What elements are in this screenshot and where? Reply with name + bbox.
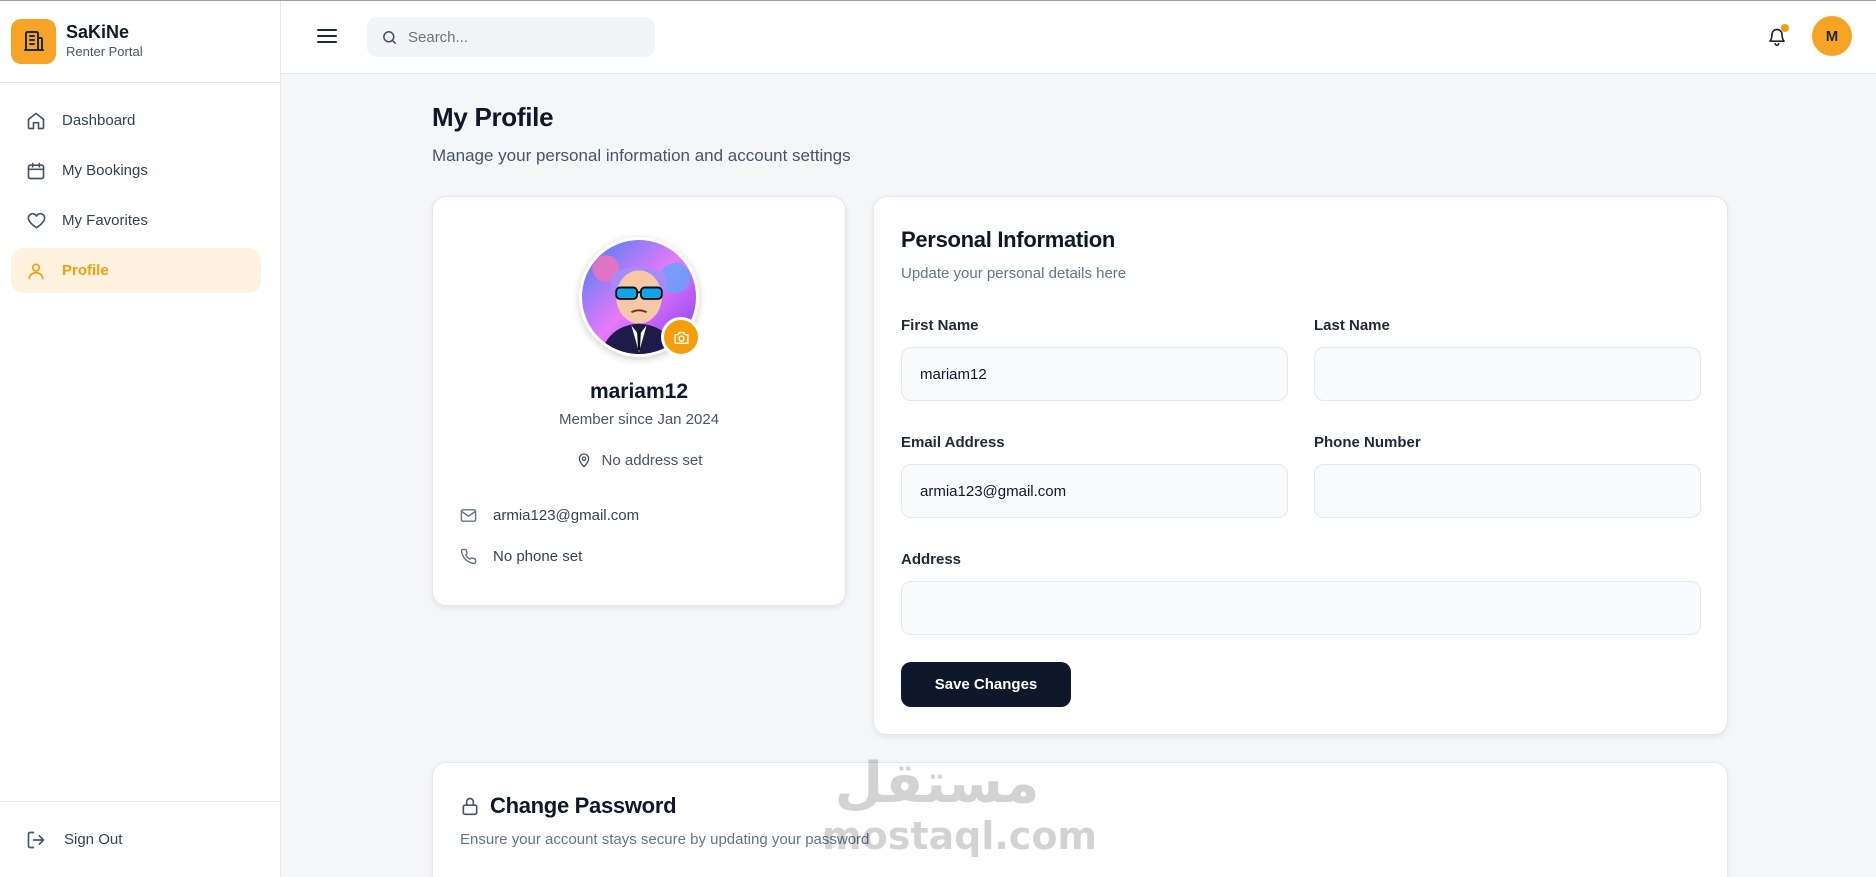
change-password-title: Change Password <box>490 793 677 818</box>
personal-info-subtitle: Update your personal details here <box>901 265 1127 282</box>
search-bar <box>367 17 655 57</box>
brand-subtitle: Renter Portal <box>66 44 143 59</box>
first-name-label: First Name <box>901 317 979 334</box>
profile-email: armia123@gmail.com <box>460 507 639 524</box>
email-field[interactable] <box>901 464 1288 518</box>
building-icon <box>11 18 56 64</box>
profile-photo-wrap <box>579 237 701 357</box>
brand-name: SaKiNe <box>66 22 130 42</box>
phone-field[interactable] <box>1314 464 1701 518</box>
profile-address: No address set <box>433 451 845 469</box>
change-password-heading: Change Password <box>460 793 677 819</box>
change-password-subtitle: Ensure your account stays secure by upda… <box>460 831 870 848</box>
sidebar-item-my-bookings[interactable]: My Bookings <box>11 148 261 193</box>
personal-info-card: Personal Information Update your persona… <box>873 196 1728 735</box>
notification-dot <box>1781 24 1789 32</box>
sidebar-item-my-favorites[interactable]: My Favorites <box>11 198 261 243</box>
sidebar-item-dashboard[interactable]: Dashboard <box>11 98 261 143</box>
profile-phone-text: No phone set <box>493 548 583 565</box>
last-name-field[interactable] <box>1314 347 1701 401</box>
notifications-button[interactable] <box>1764 24 1790 50</box>
heart-icon <box>25 210 47 232</box>
search-input[interactable] <box>408 28 628 46</box>
logout-icon <box>26 829 48 851</box>
sidebar-item-profile[interactable]: Profile <box>11 248 261 293</box>
user-icon <box>25 260 47 282</box>
sidebar-item-label: Dashboard <box>62 112 136 129</box>
save-changes-button[interactable]: Save Changes <box>901 662 1071 707</box>
brand[interactable]: SaKiNe Renter Portal <box>0 0 280 83</box>
sign-out-label: Sign Out <box>64 831 123 848</box>
profile-summary-card: mariam12 Member since Jan 2024 No addres… <box>432 196 846 606</box>
member-since: Member since Jan 2024 <box>558 411 720 428</box>
sign-out-button[interactable]: Sign Out <box>0 801 280 877</box>
page-subtitle: Manage your personal information and acc… <box>432 146 851 165</box>
profile-email-text: armia123@gmail.com <box>493 507 640 524</box>
sidebar-nav: Dashboard My Bookings My Favorites Profi… <box>0 83 280 293</box>
camera-icon <box>673 330 690 345</box>
sidebar-item-label: My Bookings <box>62 162 148 179</box>
mail-icon <box>460 508 478 523</box>
calendar-icon <box>25 160 47 182</box>
phone-icon <box>460 548 478 565</box>
profile-username: mariam12 <box>589 380 689 403</box>
top-header: M <box>281 1 1876 74</box>
profile-address-text: No address set <box>601 451 703 469</box>
change-password-card: Change Password Ensure your account stay… <box>432 762 1728 877</box>
lock-icon <box>460 795 480 817</box>
window-top-border <box>0 0 1876 1</box>
user-avatar-button[interactable]: M <box>1812 16 1852 56</box>
page-title: My Profile <box>432 102 554 132</box>
sidebar: SaKiNe Renter Portal Dashboard My Bookin… <box>0 0 281 877</box>
personal-info-title: Personal Information <box>901 227 1116 252</box>
sidebar-item-label: Profile <box>62 262 109 279</box>
email-label: Email Address <box>901 434 1005 451</box>
last-name-label: Last Name <box>1314 317 1390 334</box>
profile-phone: No phone set <box>460 548 582 565</box>
address-label: Address <box>901 551 962 568</box>
change-photo-button[interactable] <box>661 317 701 357</box>
map-pin-icon <box>576 451 592 469</box>
sidebar-item-label: My Favorites <box>62 212 148 229</box>
menu-icon[interactable] <box>316 25 338 47</box>
first-name-field[interactable] <box>901 347 1288 401</box>
home-icon <box>25 110 47 132</box>
address-field[interactable] <box>901 581 1701 635</box>
phone-label: Phone Number <box>1314 434 1421 451</box>
search-icon <box>381 29 398 46</box>
